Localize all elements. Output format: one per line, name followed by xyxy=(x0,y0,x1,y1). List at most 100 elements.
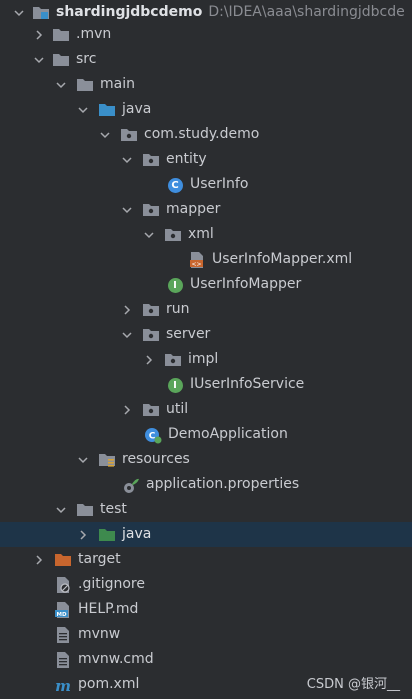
chevron-down-icon[interactable] xyxy=(120,322,134,347)
tree-row-xml[interactable]: xml xyxy=(0,222,412,247)
test-folder-icon xyxy=(98,526,116,544)
tree-label: target xyxy=(78,551,121,567)
tree-row-userinfo[interactable]: C UserInfo xyxy=(0,172,412,197)
chevron-down-icon[interactable] xyxy=(54,72,68,97)
tree-label: resources xyxy=(122,451,190,467)
chevron-down-icon[interactable] xyxy=(120,147,134,172)
tree-row-run[interactable]: run xyxy=(0,297,412,322)
tree-row-target[interactable]: target xyxy=(0,547,412,572)
spring-boot-app-icon: C xyxy=(144,426,162,444)
tree-label: impl xyxy=(188,351,219,367)
folder-icon xyxy=(52,51,70,69)
tree-label: test xyxy=(100,501,127,517)
tree-row-util[interactable]: util xyxy=(0,397,412,422)
chevron-right-icon[interactable] xyxy=(32,22,46,47)
tree-row-entity[interactable]: entity xyxy=(0,147,412,172)
tree-row-main[interactable]: main xyxy=(0,72,412,97)
tree-label: server xyxy=(166,326,211,342)
tree-label: com.study.demo xyxy=(144,126,260,142)
tree-label: java xyxy=(122,101,152,117)
tree-label: DemoApplication xyxy=(168,426,288,442)
chevron-right-icon[interactable] xyxy=(76,522,90,547)
excluded-folder-icon xyxy=(54,551,72,569)
tree-label: util xyxy=(166,401,189,417)
tree-row-mapper[interactable]: mapper xyxy=(0,197,412,222)
package-icon xyxy=(164,351,182,369)
tree-label: xml xyxy=(188,226,214,242)
tree-label: run xyxy=(166,301,190,317)
chevron-down-icon[interactable] xyxy=(54,497,68,522)
tree-row-gitignore[interactable]: .gitignore xyxy=(0,572,412,597)
tree-label: UserInfo xyxy=(190,176,249,192)
tree-label: mapper xyxy=(166,201,221,217)
tree-row-mapper-xml[interactable]: <> UserInfoMapper.xml xyxy=(0,247,412,272)
tree-row-mapper-iface[interactable]: I UserInfoMapper xyxy=(0,272,412,297)
interface-icon: I xyxy=(166,376,184,394)
tree-row-help[interactable]: MD HELP.md xyxy=(0,597,412,622)
class-icon: C xyxy=(166,176,184,194)
package-icon xyxy=(142,401,160,419)
project-name: shardingjdbcdemo xyxy=(56,4,203,20)
chevron-down-icon[interactable] xyxy=(120,197,134,222)
tree-label: main xyxy=(100,76,135,92)
tree-label: src xyxy=(76,51,97,67)
folder-icon xyxy=(76,501,94,519)
package-icon xyxy=(142,151,160,169)
tree-label: mvnw.cmd xyxy=(78,651,154,667)
tree-label: java xyxy=(122,526,152,542)
chevron-down-icon[interactable] xyxy=(32,47,46,72)
tree-row-server[interactable]: server xyxy=(0,322,412,347)
chevron-down-icon[interactable] xyxy=(76,447,90,472)
tree-row-resources[interactable]: resources xyxy=(0,447,412,472)
tree-row-app-props[interactable]: application.properties xyxy=(0,472,412,497)
tree-row-mvnw[interactable]: mvnw xyxy=(0,622,412,647)
tree-label: HELP.md xyxy=(78,601,139,617)
tree-label: .mvn xyxy=(76,26,112,42)
tree-row-src[interactable]: src xyxy=(0,47,412,72)
tree-label: application.properties xyxy=(146,476,300,492)
chevron-down-icon[interactable] xyxy=(98,122,112,147)
tree-label: entity xyxy=(166,151,207,167)
chevron-down-icon[interactable] xyxy=(142,222,156,247)
tree-row-java-test[interactable]: java xyxy=(0,522,412,547)
tree-row-test[interactable]: test xyxy=(0,497,412,522)
xml-file-icon: <> xyxy=(188,251,206,269)
text-file-icon xyxy=(54,626,72,644)
interface-icon: I xyxy=(166,276,184,294)
tree-row-package[interactable]: com.study.demo xyxy=(0,122,412,147)
chevron-right-icon[interactable] xyxy=(120,397,134,422)
project-path: D:\IDEA\aaa\shardingjdbcde xyxy=(208,4,405,20)
markdown-file-icon: MD xyxy=(54,601,72,619)
chevron-right-icon[interactable] xyxy=(142,347,156,372)
svg-text:m: m xyxy=(55,677,71,694)
chevron-down-icon[interactable] xyxy=(76,97,90,122)
tree-label: mvnw xyxy=(78,626,121,642)
tree-label: UserInfoMapper.xml xyxy=(212,251,353,267)
tree-label: IUserInfoService xyxy=(190,376,305,392)
ignore-file-icon xyxy=(54,576,72,594)
svg-text:<>: <> xyxy=(191,261,201,268)
package-icon xyxy=(142,301,160,319)
module-folder-icon xyxy=(32,4,50,22)
package-icon xyxy=(120,126,138,144)
package-icon xyxy=(142,201,160,219)
chevron-right-icon[interactable] xyxy=(32,547,46,572)
project-tree: shardingjdbcdemo D:\IDEA\aaa\shardingjdbc… xyxy=(0,0,412,699)
properties-file-icon xyxy=(122,476,140,494)
resources-folder-icon xyxy=(98,451,116,469)
package-icon xyxy=(164,226,182,244)
chevron-right-icon[interactable] xyxy=(120,297,134,322)
watermark: CSDN @银河__ xyxy=(306,677,400,692)
source-folder-icon xyxy=(98,101,116,119)
tree-row-service-iface[interactable]: I IUserInfoService xyxy=(0,372,412,397)
tree-label: UserInfoMapper xyxy=(190,276,302,292)
tree-label: .gitignore xyxy=(78,576,145,592)
folder-icon xyxy=(52,26,70,44)
tree-row-mvnw-cmd[interactable]: mvnw.cmd xyxy=(0,647,412,672)
tree-row-demo-app[interactable]: C DemoApplication xyxy=(0,422,412,447)
tree-row-mvn[interactable]: .mvn xyxy=(0,22,412,47)
tree-row-java-main[interactable]: java xyxy=(0,97,412,122)
tree-label: pom.xml xyxy=(78,676,140,692)
tree-row-impl[interactable]: impl xyxy=(0,347,412,372)
maven-icon: m xyxy=(54,676,72,694)
